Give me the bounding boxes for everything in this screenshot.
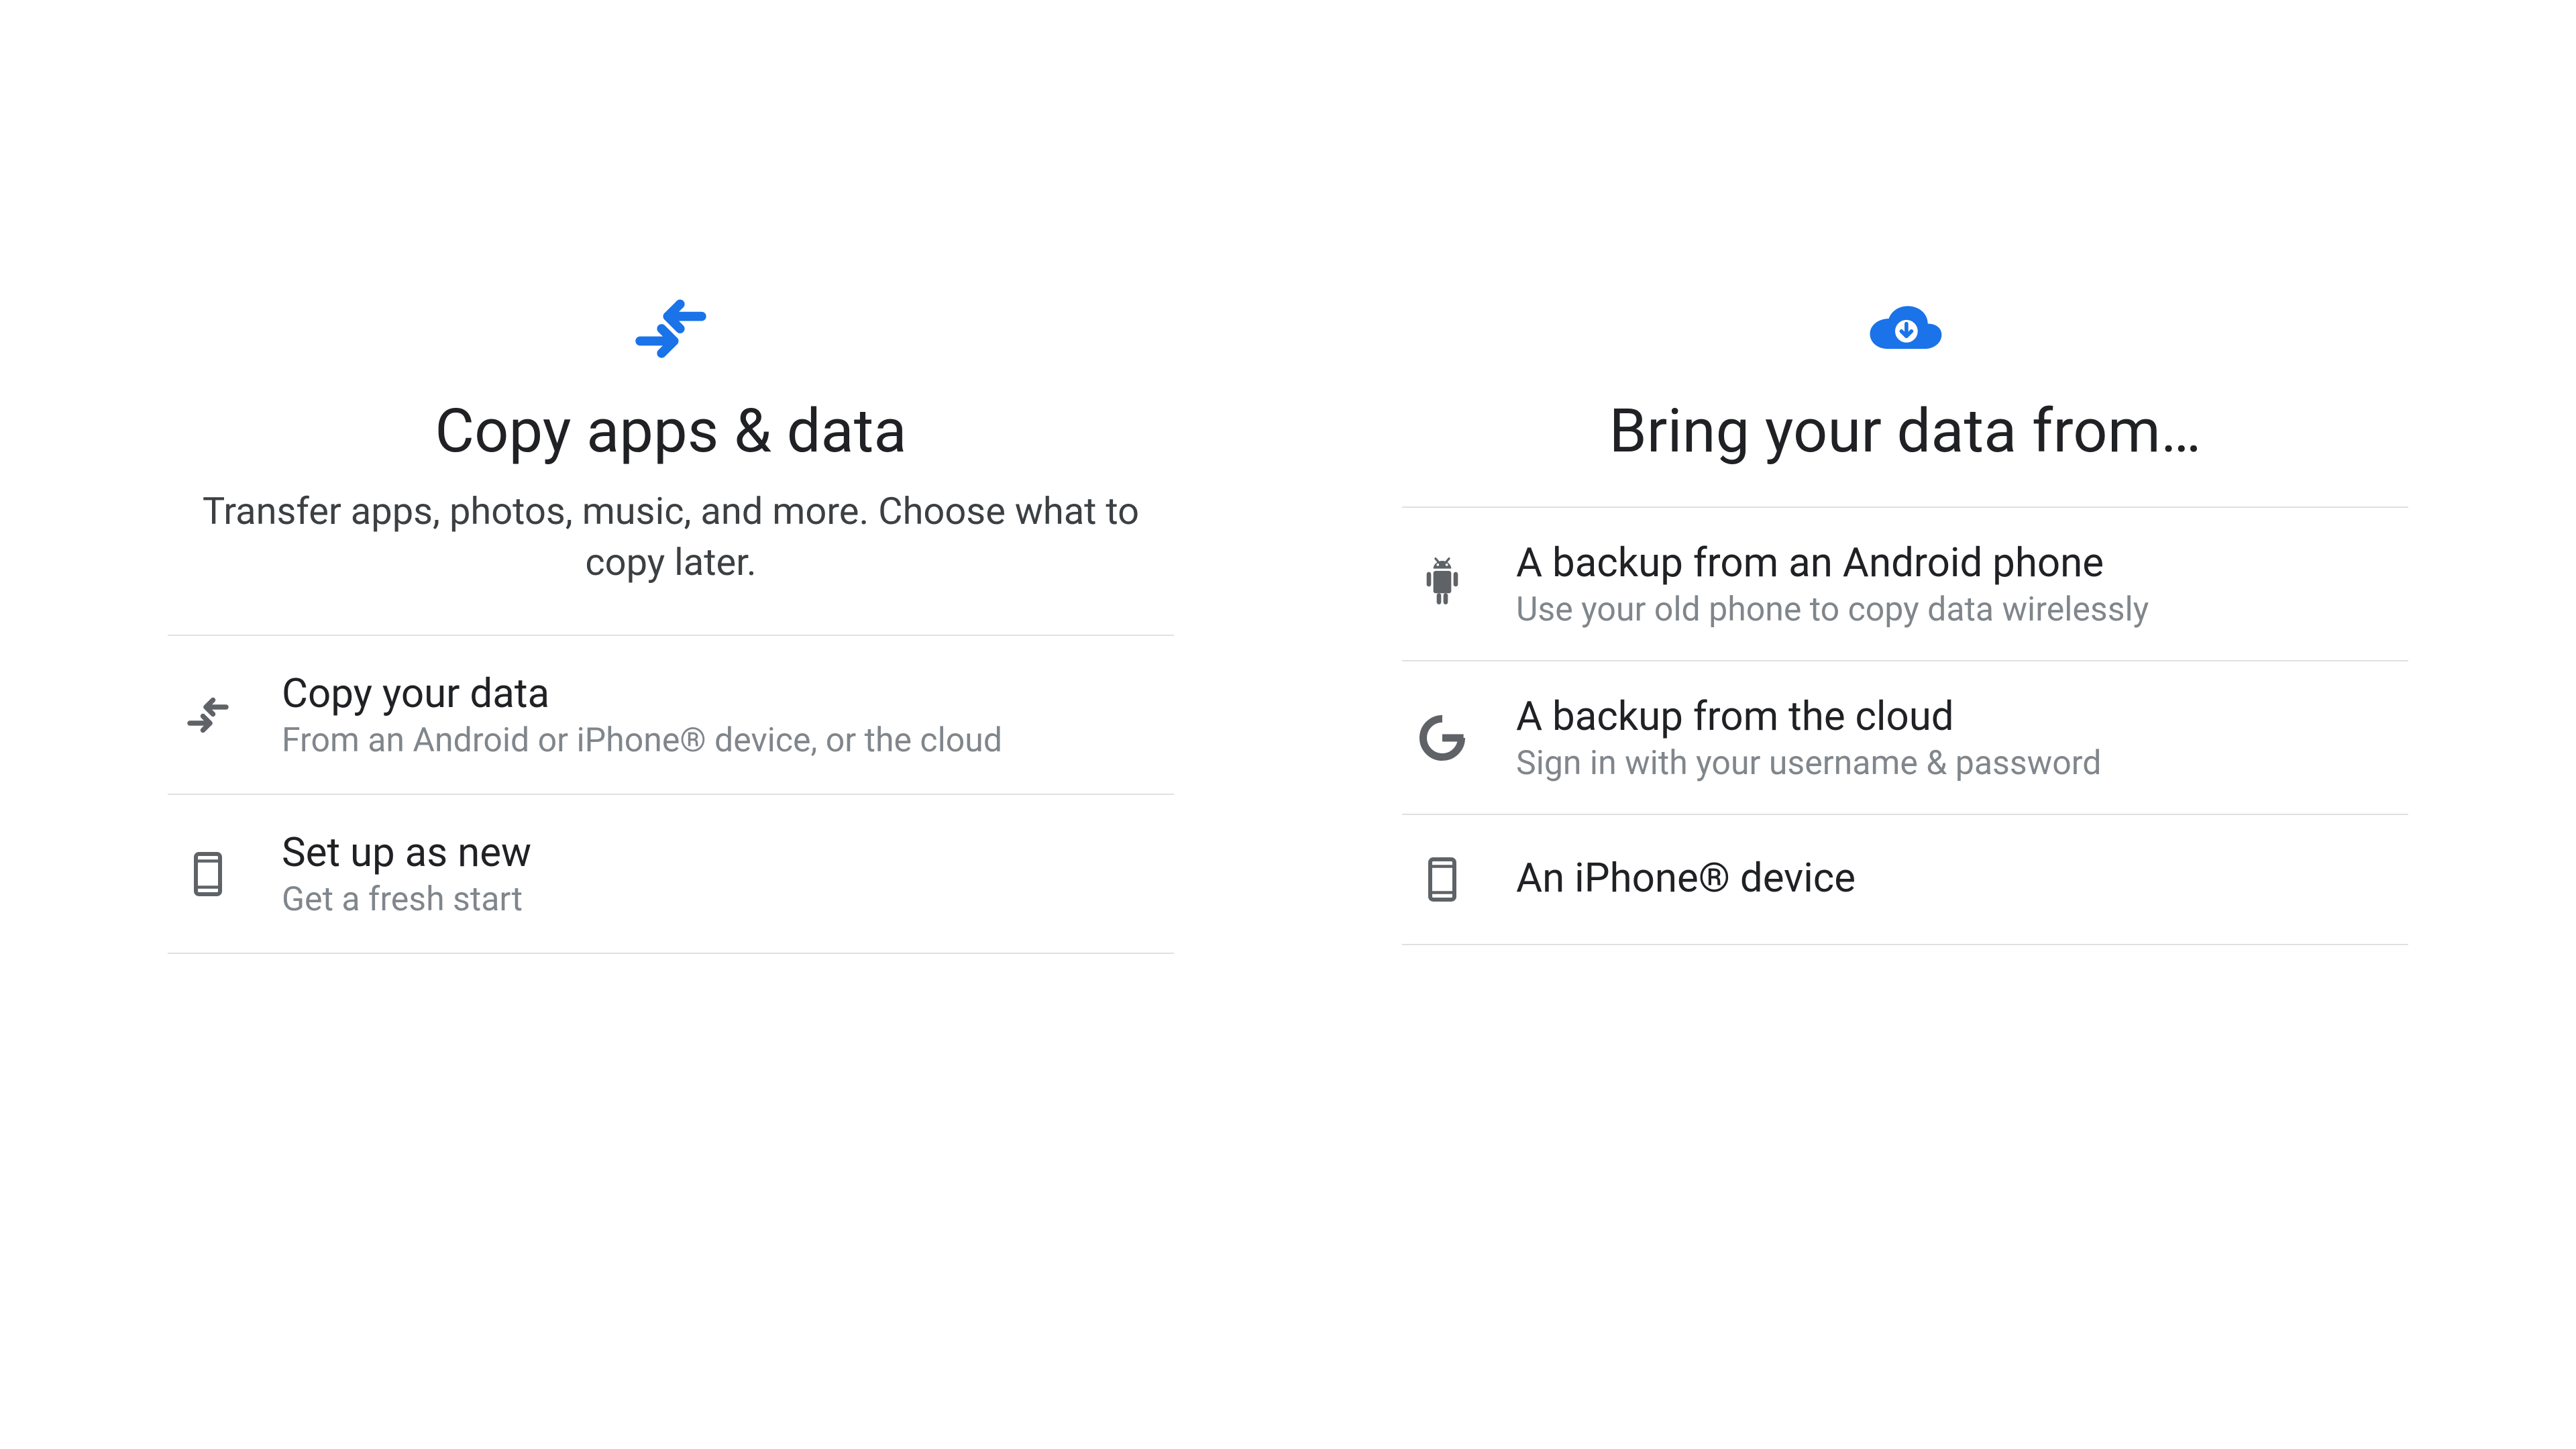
options-list: A backup from an Android phone Use your … <box>1402 506 2408 945</box>
option-title: Set up as new <box>282 828 531 876</box>
option-subtitle: Use your old phone to copy data wireless… <box>1516 590 2149 629</box>
option-subtitle: Get a fresh start <box>282 880 531 919</box>
option-title: Copy your data <box>282 669 1002 717</box>
option-text: A backup from an Android phone Use your … <box>1516 539 2149 629</box>
screens-container: Copy apps & data Transfer apps, photos, … <box>0 0 2576 1449</box>
bring-data-from-screen: Bring your data from… <box>1402 288 2408 945</box>
option-text: A backup from the cloud Sign in with you… <box>1516 692 2101 783</box>
option-iphone-device[interactable]: An iPhone® device <box>1402 815 2408 945</box>
option-backup-android[interactable]: A backup from an Android phone Use your … <box>1402 508 2408 661</box>
screen-title: Copy apps & data <box>435 396 906 466</box>
option-title: A backup from the cloud <box>1516 692 2101 740</box>
arrows-swap-icon <box>631 288 711 369</box>
option-title: An iPhone® device <box>1516 854 1856 902</box>
options-list: Copy your data From an Android or iPhone… <box>168 635 1174 954</box>
option-text: Set up as new Get a fresh start <box>282 828 531 919</box>
option-subtitle: Sign in with your username & password <box>1516 744 2101 783</box>
android-icon <box>1409 551 1476 618</box>
phone-outline-icon <box>174 841 241 908</box>
option-text: An iPhone® device <box>1516 854 1856 906</box>
option-set-up-as-new[interactable]: Set up as new Get a fresh start <box>168 795 1174 954</box>
google-g-icon <box>1409 704 1476 771</box>
cloud-download-icon <box>1865 288 1945 369</box>
screen-subtitle: Transfer apps, photos, music, and more. … <box>201 486 1140 588</box>
screen-title: Bring your data from… <box>1609 396 2202 466</box>
copy-apps-data-screen: Copy apps & data Transfer apps, photos, … <box>168 288 1174 954</box>
phone-outline-icon <box>1409 846 1476 913</box>
option-copy-your-data[interactable]: Copy your data From an Android or iPhone… <box>168 636 1174 795</box>
option-subtitle: From an Android or iPhone® device, or th… <box>282 721 1002 760</box>
option-text: Copy your data From an Android or iPhone… <box>282 669 1002 760</box>
arrows-swap-icon <box>174 682 241 749</box>
option-title: A backup from an Android phone <box>1516 539 2149 586</box>
option-backup-cloud[interactable]: A backup from the cloud Sign in with you… <box>1402 661 2408 815</box>
